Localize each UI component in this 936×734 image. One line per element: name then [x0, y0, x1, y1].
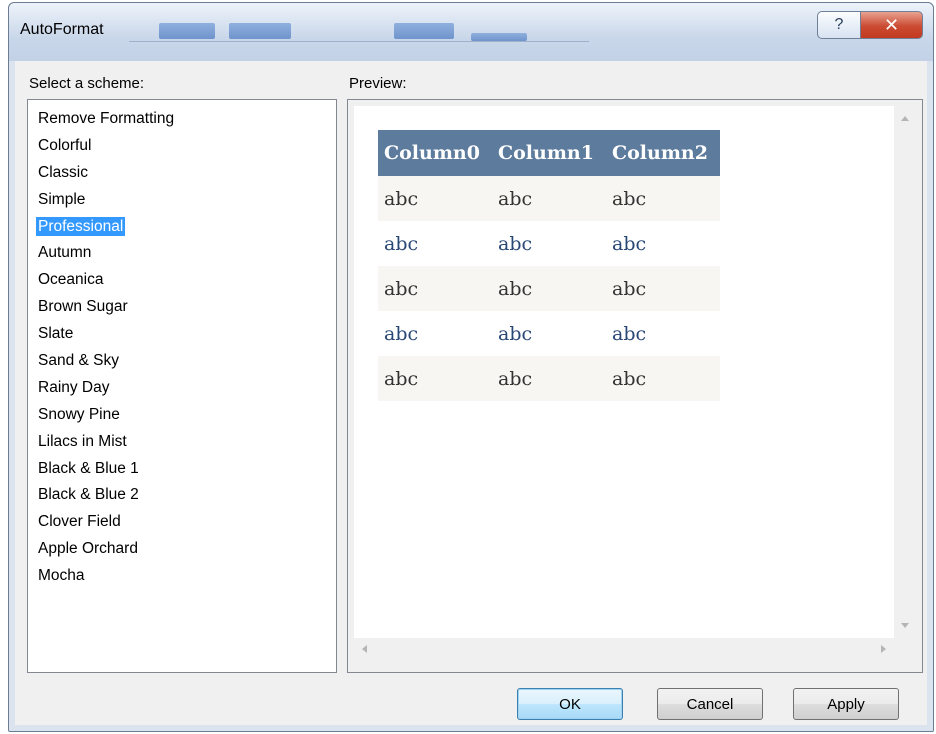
title-bar-decoration — [394, 23, 454, 39]
scheme-list-item-label: Slate — [38, 325, 74, 343]
scheme-list-item-label: Remove Formatting — [38, 110, 175, 127]
scheme-list-item[interactable]: Autumn — [28, 240, 336, 267]
title-bar[interactable]: AutoFormat ? ✕ — [9, 3, 933, 61]
scheme-list-item-label: Clover Field — [38, 513, 121, 531]
preview-cell: abc — [492, 356, 606, 401]
preview-cell: abc — [606, 266, 720, 311]
scheme-list-item-label: Professional — [36, 216, 126, 236]
scheme-list-item-label: Rainy Day — [38, 378, 110, 396]
scheme-list-item[interactable]: Mocha — [28, 563, 336, 590]
preview-cell: abc — [606, 221, 720, 266]
scheme-list-item-label: Simple — [38, 190, 86, 208]
scheme-list-item[interactable]: Black & Blue 2 — [28, 482, 336, 509]
preview-area: Column0 Column1 Column2 abc abc abc abc — [354, 106, 894, 638]
scheme-list-item[interactable]: Colorful — [28, 133, 336, 160]
autoformat-dialog: AutoFormat ? ✕ Select a scheme: Preview:… — [8, 2, 934, 732]
dialog-body: Select a scheme: Preview: Remove Formatt… — [15, 61, 927, 725]
scheme-list-item-label: Black & Blue 1 — [38, 459, 139, 477]
scheme-list-item-label: Lilacs in Mist — [38, 432, 127, 450]
vertical-scrollbar[interactable] — [894, 106, 916, 638]
scheme-list-item[interactable]: Clover Field — [28, 509, 336, 536]
preview-cell: abc — [606, 356, 720, 401]
preview-header-cell: Column0 — [378, 130, 492, 176]
preview-cell: abc — [378, 356, 492, 401]
preview-row: abc abc abc — [378, 311, 720, 356]
preview-table: Column0 Column1 Column2 abc abc abc abc — [378, 130, 720, 401]
scheme-list-item[interactable]: Simple — [28, 187, 336, 214]
scroll-left-arrow-icon[interactable] — [362, 645, 367, 653]
scheme-list-item-label: Snowy Pine — [38, 405, 120, 423]
title-bar-decoration — [229, 23, 291, 39]
scheme-list-item[interactable]: Black & Blue 1 — [28, 456, 336, 483]
preview-cell: abc — [606, 176, 720, 221]
scheme-list-item-label: Sand & Sky — [38, 352, 119, 370]
scheme-list-item-label: Black & Blue 2 — [38, 486, 139, 504]
scheme-list-item[interactable]: Professional — [28, 214, 336, 241]
preview-cell: abc — [378, 221, 492, 266]
scheme-list-item[interactable]: Brown Sugar — [28, 294, 336, 321]
cancel-button[interactable]: Cancel — [657, 688, 763, 720]
preview-row: abc abc abc — [378, 221, 720, 266]
preview-cell: abc — [378, 176, 492, 221]
horizontal-scrollbar[interactable] — [354, 638, 894, 660]
apply-button[interactable]: Apply — [793, 688, 899, 720]
scheme-list[interactable]: Remove Formatting Colorful Classic Simple Pr… — [27, 99, 337, 673]
preview-label: Preview: — [349, 75, 407, 92]
preview-panel: Column0 Column1 Column2 abc abc abc abc — [347, 99, 923, 673]
preview-cell: abc — [492, 176, 606, 221]
scheme-list-item[interactable]: Snowy Pine — [28, 402, 336, 429]
preview-row: abc abc abc — [378, 266, 720, 311]
ok-button[interactable]: OK — [517, 688, 623, 720]
scheme-list-item[interactable]: Sand & Sky — [28, 348, 336, 375]
preview-cell: abc — [378, 311, 492, 356]
title-bar-decoration — [471, 33, 527, 41]
preview-cell: abc — [492, 266, 606, 311]
preview-cell: abc — [378, 266, 492, 311]
scroll-up-arrow-icon[interactable] — [901, 116, 909, 121]
scheme-list-item[interactable]: Slate — [28, 321, 336, 348]
scheme-list-item-label: Brown Sugar — [38, 298, 128, 316]
scroll-down-arrow-icon[interactable] — [901, 623, 909, 628]
help-icon: ? — [834, 16, 844, 33]
scheme-list-item-label: Apple Orchard — [38, 540, 138, 558]
scheme-list-item-label: Autumn — [38, 244, 92, 262]
select-scheme-label: Select a scheme: — [29, 75, 145, 92]
scheme-list-item[interactable]: Oceanica — [28, 267, 336, 294]
scheme-list-item-label: Classic — [38, 163, 88, 181]
scheme-list-item-label: Mocha — [38, 567, 85, 585]
scheme-list-item-label: Oceanica — [38, 271, 104, 289]
scheme-list-item[interactable]: Lilacs in Mist — [28, 429, 336, 456]
window-title: AutoFormat — [20, 21, 104, 38]
preview-row: abc abc abc — [378, 176, 720, 221]
scheme-list-item[interactable]: Apple Orchard — [28, 536, 336, 563]
scheme-list-item[interactable]: Classic — [28, 160, 336, 187]
preview-header-cell: Column1 — [492, 130, 606, 176]
scheme-list-item[interactable]: Rainy Day — [28, 375, 336, 402]
preview-cell: abc — [492, 221, 606, 266]
scheme-list-item-label: Colorful — [38, 136, 92, 154]
preview-header-row: Column0 Column1 Column2 — [378, 130, 720, 176]
close-button[interactable]: ✕ — [860, 11, 923, 39]
close-icon: ✕ — [883, 14, 900, 36]
preview-row: abc abc abc — [378, 356, 720, 401]
title-bar-decoration — [159, 23, 215, 39]
scheme-list-item[interactable]: Remove Formatting — [28, 106, 336, 133]
title-bar-decoration — [129, 41, 589, 42]
scroll-right-arrow-icon[interactable] — [881, 645, 886, 653]
preview-header-cell: Column2 — [606, 130, 720, 176]
preview-cell: abc — [606, 311, 720, 356]
help-button[interactable]: ? — [817, 11, 861, 39]
preview-cell: abc — [492, 311, 606, 356]
